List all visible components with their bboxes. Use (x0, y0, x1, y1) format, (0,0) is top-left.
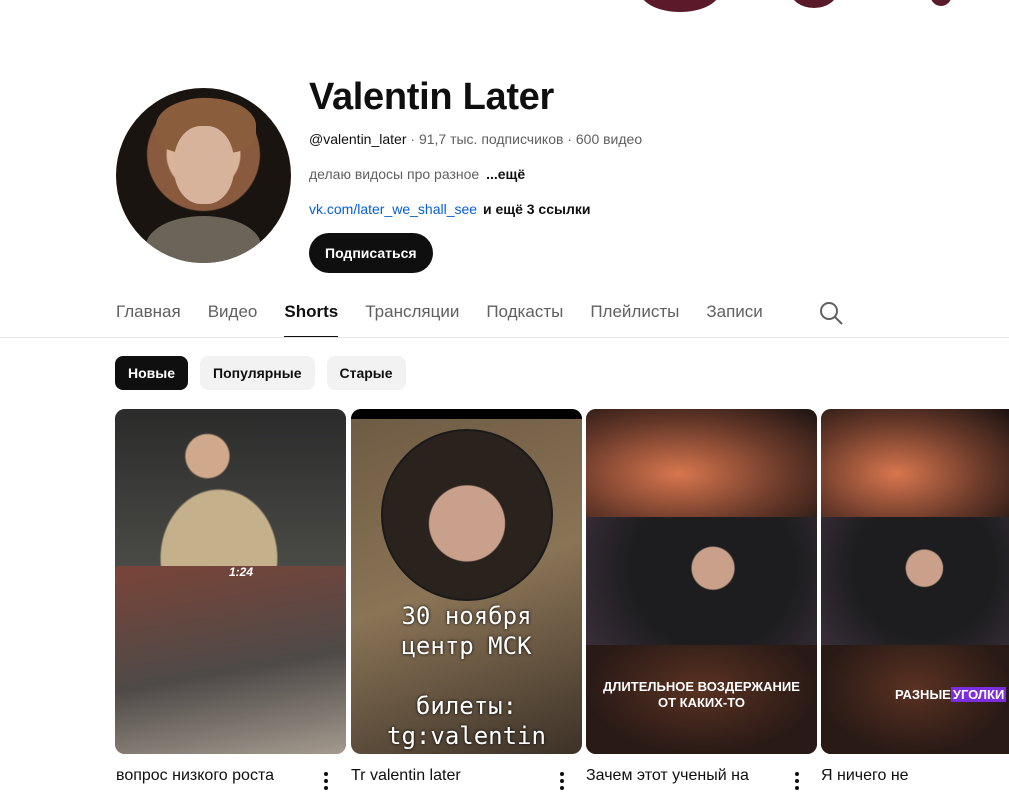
chip-newest[interactable]: Новые (115, 356, 189, 390)
short-thumbnail[interactable]: 1:24 (115, 409, 346, 754)
more-options-icon[interactable] (794, 772, 800, 794)
channel-link[interactable]: vk.com/later_we_shall_see (309, 201, 477, 217)
channel-name: Valentin Later (309, 76, 554, 118)
tab-shorts[interactable]: Shorts (284, 290, 338, 338)
tab-videos[interactable]: Видео (208, 290, 258, 337)
tab-live[interactable]: Трансляции (365, 290, 459, 337)
more-links[interactable]: и ещё 3 ссылки (483, 201, 590, 217)
short-title[interactable]: Я ничего не (821, 767, 909, 785)
short-thumbnail[interactable]: 30 ноября центр МСК билеты: tg:valentin … (351, 409, 582, 754)
short-title[interactable]: вопрос низкого роста (116, 767, 274, 785)
channel-meta: @valentin_later · 91,7 тыс. подписчиков … (309, 131, 642, 147)
short-thumbnail[interactable]: Разные уголки (821, 409, 1009, 754)
chip-popular[interactable]: Популярные (200, 356, 315, 390)
more-options-icon[interactable] (559, 772, 565, 794)
short-overlay-text: tg:valentin later (387, 722, 546, 754)
more-options-icon[interactable] (323, 772, 329, 794)
tab-podcasts[interactable]: Подкасты (486, 290, 563, 337)
tab-home[interactable]: Главная (116, 290, 181, 337)
channel-tabs: Главная Видео Shorts Трансляции Подкасты… (116, 290, 790, 338)
short-overlay-text: Длительное воздержание от каких-то (603, 679, 800, 710)
short-overlay-text: 30 ноября (401, 602, 532, 630)
chip-oldest[interactable]: Старые (326, 356, 406, 390)
subscribe-button[interactable]: Подписаться (309, 233, 433, 273)
short-overlay-text: 1:24 (229, 565, 254, 579)
description-text: делаю видосы про разное (309, 166, 480, 182)
channel-description[interactable]: делаю видосы про разное ...ещё (309, 166, 525, 182)
search-icon[interactable] (818, 300, 844, 326)
short-overlay-text: Разные уголки (895, 687, 1007, 702)
short-title[interactable]: Tr valentin later (351, 767, 461, 785)
description-more[interactable]: ...ещё (486, 166, 525, 182)
short-overlay-text: билеты: (415, 692, 518, 720)
channel-handle: @valentin_later (309, 131, 407, 147)
tab-posts[interactable]: Записи (706, 290, 762, 337)
channel-stats: · 91,7 тыс. подписчиков · 600 видео (406, 131, 643, 147)
channel-avatar[interactable] (116, 88, 291, 263)
sort-chips: Новые Популярные Старые (115, 356, 406, 390)
short-thumbnail[interactable]: Длительное воздержание от каких-то (586, 409, 817, 754)
tab-playlists[interactable]: Плейлисты (590, 290, 679, 337)
tabs-divider (0, 337, 1009, 338)
short-title[interactable]: Зачем этот ученый на (586, 767, 749, 785)
channel-banner (0, 0, 1009, 52)
short-overlay-text: центр МСК (401, 632, 532, 660)
channel-links: vk.com/later_we_shall_see и ещё 3 ссылки (309, 201, 590, 217)
